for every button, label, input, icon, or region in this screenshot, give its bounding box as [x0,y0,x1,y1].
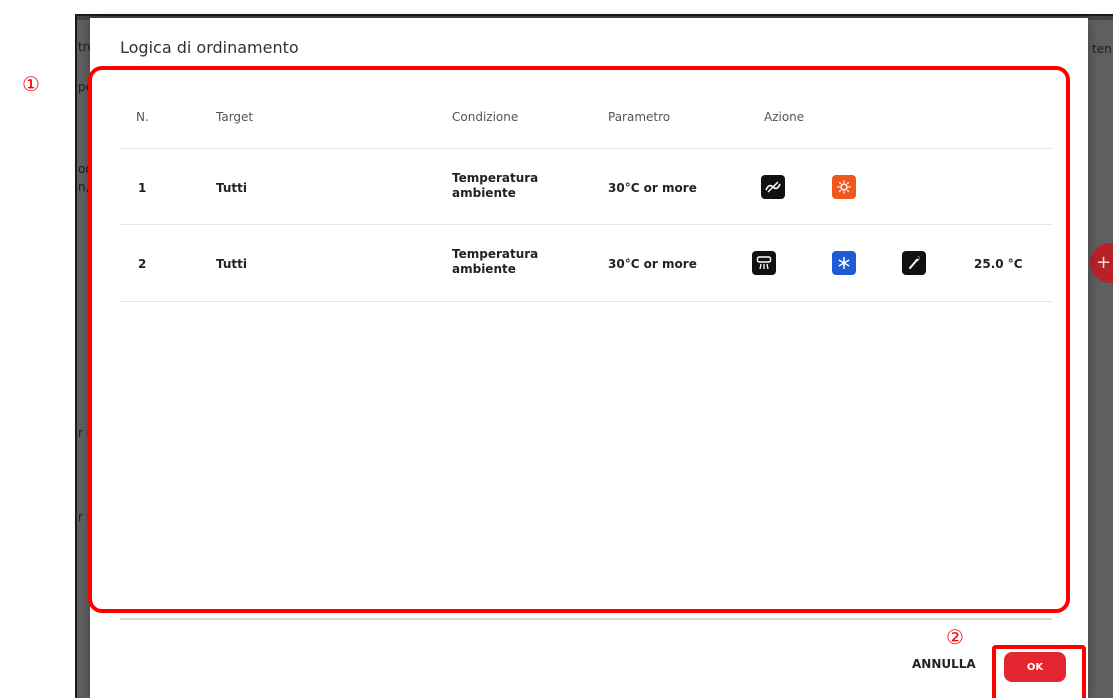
column-header-condition: Condizione [452,110,519,124]
ok-button[interactable]: OK [1004,652,1066,682]
row-parameter: 30°C or more [608,181,697,195]
row-target: Tutti [216,181,247,195]
dialog-title: Logica di ordinamento [120,38,299,57]
heat-mode-icon [832,175,856,199]
column-header-n: N. [136,110,149,124]
row-number: 2 [138,257,147,271]
table-row[interactable]: 1 Tutti Temperatura ambiente 30°C or mor… [120,148,1052,225]
setpoint-value: 25.0 °C [974,257,1023,271]
column-header-action: Azione [764,110,805,124]
row-condition-line1: Temperatura [452,247,539,261]
sort-logic-dialog: Logica di ordinamento N. Target Condizio… [90,18,1088,698]
logic-table: N. Target Condizione Parametro Azione 1 … [120,92,1052,622]
footer-divider [120,618,1052,620]
table-row[interactable]: 2 Tutti Temperatura ambiente 30°C or mor… [120,224,1052,302]
row-condition-line2: ambiente [452,186,516,200]
cool-mode-icon [832,251,856,275]
callout-1: ① [22,72,40,96]
background-text: ten [1092,42,1112,56]
column-header-parameter: Parametro [608,110,671,124]
row-condition-line2: ambiente [452,262,516,276]
cancel-button[interactable]: ANNULLA [912,657,976,671]
row-target: Tutti [216,257,247,271]
row-number: 1 [138,181,147,195]
ac-off-icon [761,175,785,199]
svg-text:2: 2 [918,256,921,261]
column-header-target: Target [216,110,254,124]
temperature-setpoint-icon: 2 [902,251,926,275]
callout-2: ② [946,625,964,649]
row-condition: Temperatura ambiente [452,247,538,277]
row-condition-line1: Temperatura [452,171,539,185]
row-parameter: 30°C or more [608,257,697,271]
ac-on-icon [752,251,776,275]
row-condition: Temperatura ambiente [452,171,538,201]
